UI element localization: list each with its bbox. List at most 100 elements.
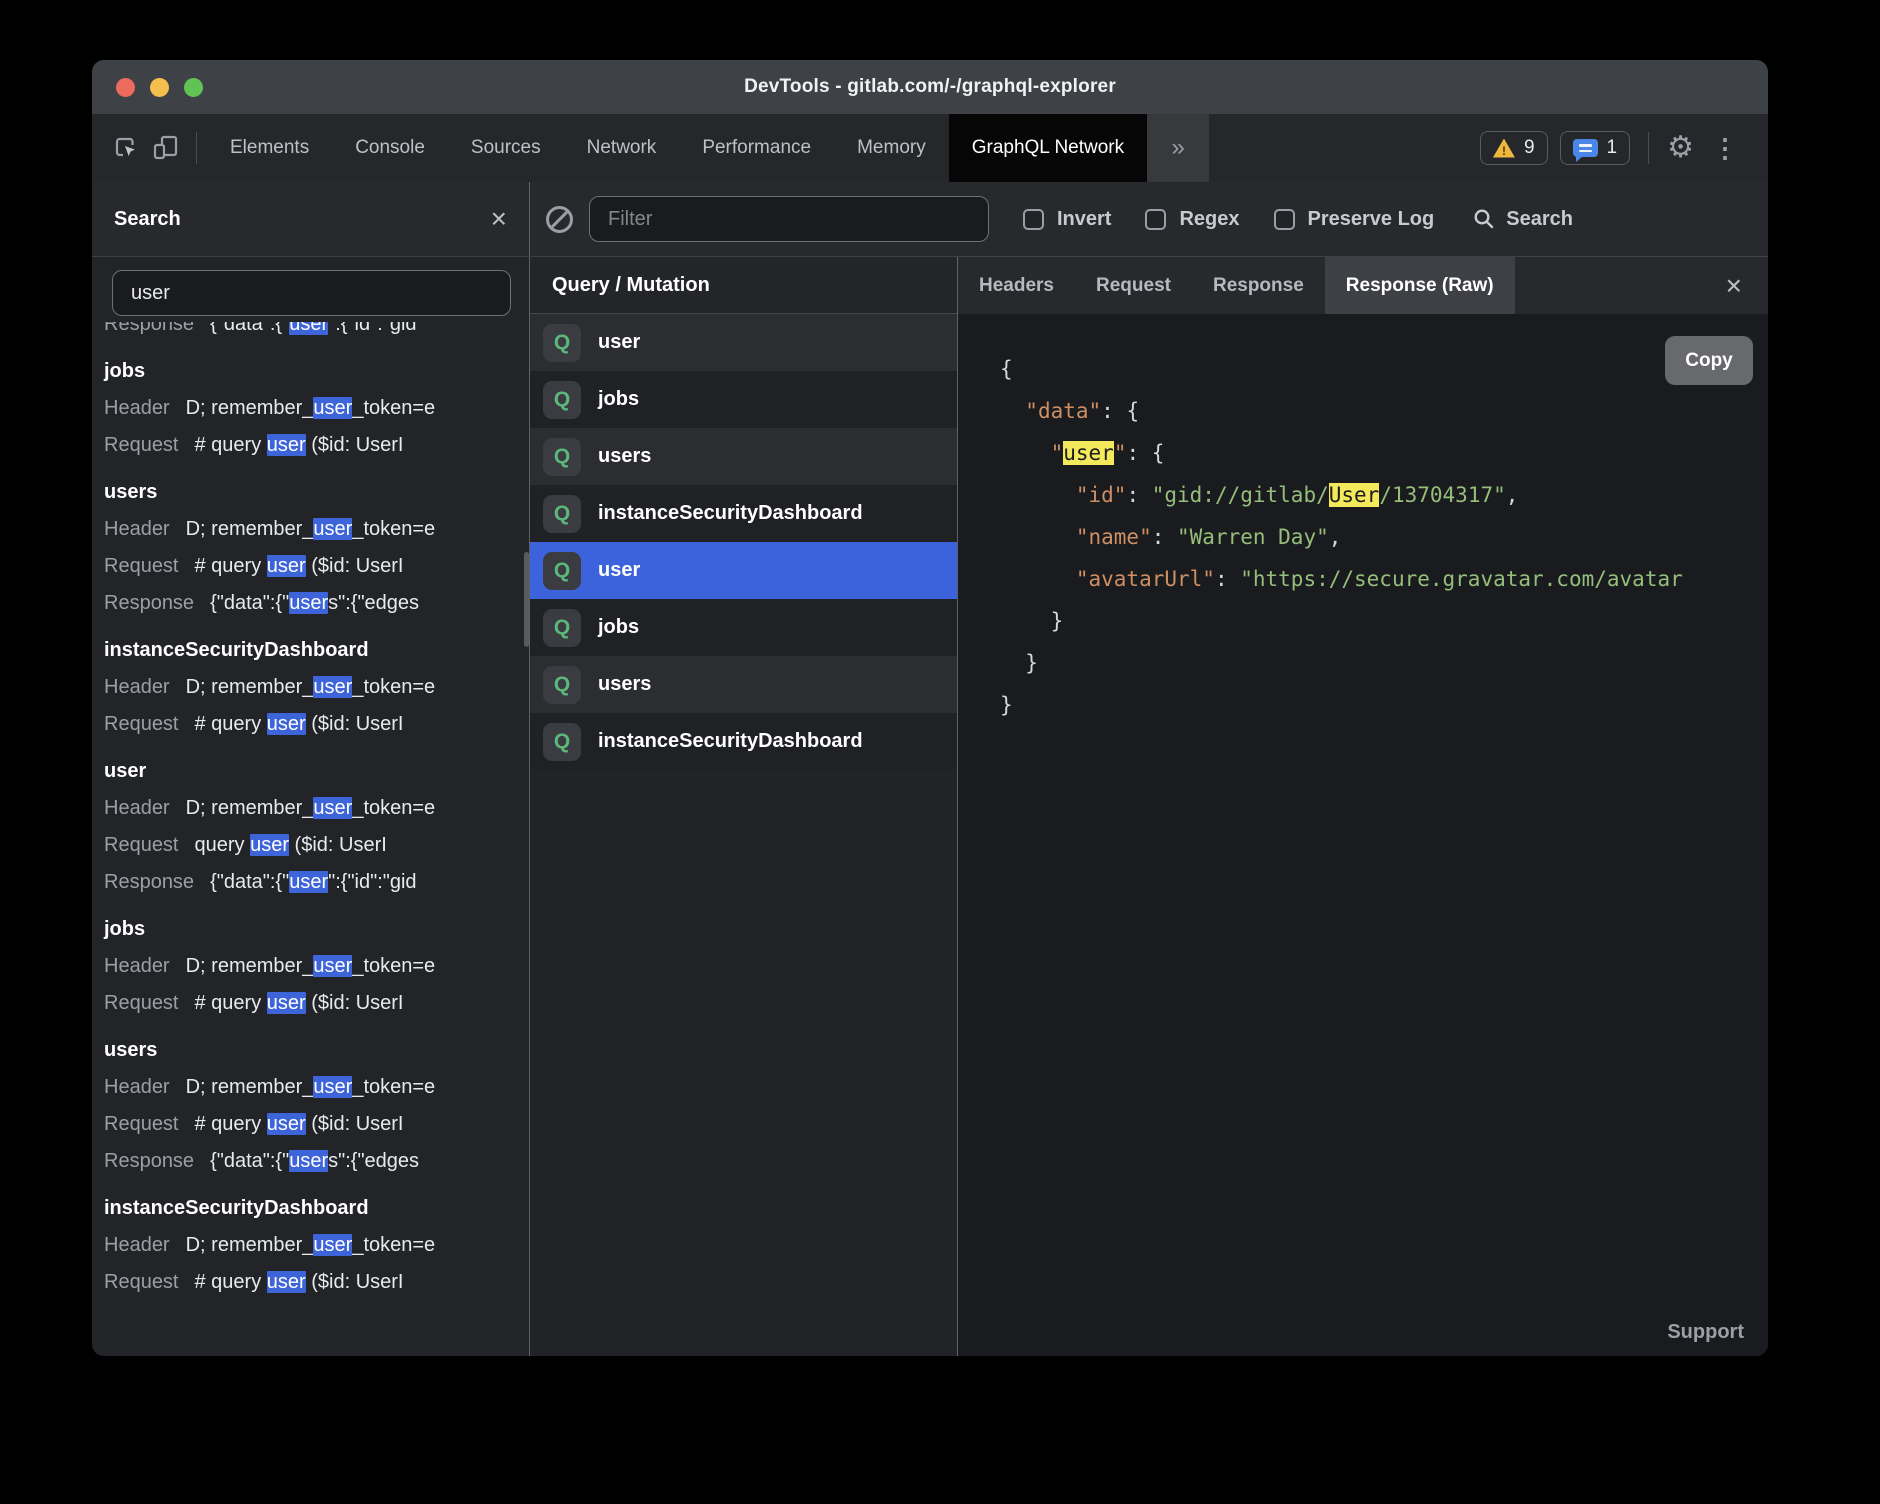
search-result-row-content: # query user ($id: UserI	[195, 434, 404, 457]
query-list-item-jobs[interactable]: Qjobs	[530, 371, 957, 428]
search-result-group-title[interactable]: user	[104, 752, 529, 790]
search-result-group-title[interactable]: instanceSecurityDashboard	[104, 1189, 529, 1227]
search-result-row[interactable]: HeaderD; remember_user_token=e	[104, 1227, 529, 1264]
search-result-text: ($id: UserI	[306, 713, 404, 735]
search-result-row[interactable]: HeaderD; remember_user_token=e	[104, 511, 529, 548]
tab-sources[interactable]: Sources	[448, 114, 564, 182]
search-input-wrap	[92, 257, 529, 322]
traffic-lights	[116, 60, 203, 114]
checkbox-box-preserve-log[interactable]	[1274, 209, 1295, 230]
left-panel-scrollbar-thumb[interactable]	[524, 552, 529, 647]
checkbox-preserve-log[interactable]: Preserve Log	[1274, 208, 1435, 231]
search-result-row-label: Header	[104, 1234, 170, 1257]
search-result-text: D; remember_	[186, 676, 314, 698]
json-token: {	[1000, 357, 1013, 381]
search-result-row-content: {"data":{"user":{"id":"gid	[210, 871, 417, 894]
kebab-menu-icon[interactable]: ⋮	[1706, 135, 1744, 161]
response-tab-response[interactable]: Response	[1192, 257, 1325, 314]
search-result-group-title[interactable]: instanceSecurityDashboard	[104, 631, 529, 669]
search-result-row[interactable]: HeaderD; remember_user_token=e	[104, 669, 529, 706]
search-result-row[interactable]: Request# query user ($id: UserI	[104, 427, 529, 464]
search-result-group-title[interactable]: users	[104, 1031, 529, 1069]
search-result-row[interactable]: Request# query user ($id: UserI	[104, 985, 529, 1022]
search-result-row-label: Request	[104, 834, 179, 857]
tab-graphql-network[interactable]: GraphQL Network	[949, 114, 1147, 182]
search-toggle[interactable]: Search	[1472, 207, 1573, 231]
checkbox-regex[interactable]: Regex	[1145, 208, 1239, 231]
tab-network[interactable]: Network	[564, 114, 680, 182]
search-result-row[interactable]: Requestquery user ($id: UserI	[104, 827, 529, 864]
issues-badge[interactable]: 1	[1560, 131, 1631, 165]
search-result-row[interactable]: HeaderD; remember_user_token=e	[104, 1069, 529, 1106]
json-token: "Warren Day"	[1177, 525, 1329, 549]
search-match-highlight: user	[289, 1150, 328, 1172]
tab-elements[interactable]: Elements	[207, 114, 332, 182]
response-tab-request[interactable]: Request	[1075, 257, 1192, 314]
search-result-row[interactable]: Response {"data":{"user":{"id":"gid	[104, 864, 529, 901]
search-result-row-label: Request	[104, 1271, 179, 1294]
search-result-row-content: {"data":{"user":{"id":"gid	[210, 322, 417, 336]
response-tab-headers[interactable]: Headers	[958, 257, 1075, 314]
copy-button[interactable]: Copy	[1665, 336, 1753, 385]
search-result-text: # query	[195, 1113, 267, 1135]
search-result-group-title[interactable]: users	[104, 473, 529, 511]
filter-input[interactable]	[589, 196, 989, 242]
search-result-text: D; remember_	[186, 518, 314, 540]
query-list-item-instancesecuritydashboard[interactable]: QinstanceSecurityDashboard	[530, 713, 957, 770]
search-result-row-label: Response	[104, 871, 194, 894]
search-result-row[interactable]: Response{"data":{"users":{"edges	[104, 1143, 529, 1180]
toggle-device-toolbar-button[interactable]	[146, 114, 186, 182]
search-result-row[interactable]: Response{"data":{"users":{"edges	[104, 585, 529, 622]
response-tab-response-raw[interactable]: Response (Raw)	[1325, 257, 1515, 314]
search-result-text: ($id: UserI	[306, 1113, 404, 1135]
close-window-button[interactable]	[116, 78, 135, 97]
checkbox-box-regex[interactable]	[1145, 209, 1166, 230]
search-result-text: D; remember_	[186, 397, 314, 419]
search-result-row[interactable]: Request# query user ($id: UserI	[104, 706, 529, 743]
checkbox-box-invert[interactable]	[1023, 209, 1044, 230]
minimize-window-button[interactable]	[150, 78, 169, 97]
search-result-text: s":{"edges	[328, 592, 419, 614]
search-input[interactable]	[112, 270, 511, 316]
inspect-element-button[interactable]	[106, 114, 146, 182]
search-result-row-content: # query user ($id: UserI	[195, 992, 404, 1015]
query-list-item-instancesecuritydashboard[interactable]: QinstanceSecurityDashboard	[530, 485, 957, 542]
warnings-badge[interactable]: ! 9	[1480, 131, 1548, 165]
secondary-toolbar: Search × InvertRegexPreserve Log Search	[92, 182, 1768, 257]
tab-console[interactable]: Console	[332, 114, 448, 182]
search-result-group-title[interactable]: jobs	[104, 352, 529, 390]
json-line: "id": "gid://gitlab/User/13704317",	[1000, 474, 1768, 516]
query-list-item-users[interactable]: Qusers	[530, 428, 957, 485]
search-result-row-content: {"data":{"users":{"edges	[210, 1150, 419, 1173]
search-result-group-title[interactable]: jobs	[104, 910, 529, 948]
toolbar-divider	[1648, 132, 1649, 164]
checkbox-invert[interactable]: Invert	[1023, 208, 1111, 231]
search-result-row[interactable]: HeaderD; remember_user_token=e	[104, 790, 529, 827]
search-result-row-label: Header	[104, 518, 170, 541]
tab-performance[interactable]: Performance	[679, 114, 834, 182]
checkbox-label-regex: Regex	[1179, 208, 1239, 231]
query-list-item-user[interactable]: Quser	[530, 314, 957, 371]
query-list-item-users[interactable]: Qusers	[530, 656, 957, 713]
query-badge-icon: Q	[543, 723, 581, 761]
search-result-row[interactable]: Response{"data":{"user":{"id":"gid	[104, 322, 529, 343]
settings-gear-icon[interactable]: ⚙	[1667, 133, 1694, 163]
search-result-row[interactable]: HeaderD; remember_user_token=e	[104, 390, 529, 427]
json-token	[1000, 525, 1076, 549]
search-result-row[interactable]: HeaderD; remember_user_token=e	[104, 948, 529, 985]
close-response-icon[interactable]: ×	[1726, 272, 1742, 300]
close-search-panel-icon[interactable]: ×	[491, 205, 507, 233]
search-results: Response{"data":{"user":{"id":"gidjobsHe…	[92, 322, 529, 1356]
query-list-item-jobs[interactable]: Qjobs	[530, 599, 957, 656]
support-link[interactable]: Support	[1667, 1321, 1744, 1344]
clear-block-icon[interactable]	[546, 206, 573, 233]
query-list-item-user[interactable]: Quser	[530, 542, 957, 599]
zoom-window-button[interactable]	[184, 78, 203, 97]
more-tabs-button[interactable]: »	[1147, 114, 1209, 182]
search-result-text: ($id: UserI	[306, 1271, 404, 1293]
search-result-row-label: Request	[104, 555, 179, 578]
search-result-row[interactable]: Request# query user ($id: UserI	[104, 1264, 529, 1301]
search-result-row[interactable]: Request# query user ($id: UserI	[104, 548, 529, 585]
search-result-row[interactable]: Request# query user ($id: UserI	[104, 1106, 529, 1143]
tab-memory[interactable]: Memory	[834, 114, 949, 182]
